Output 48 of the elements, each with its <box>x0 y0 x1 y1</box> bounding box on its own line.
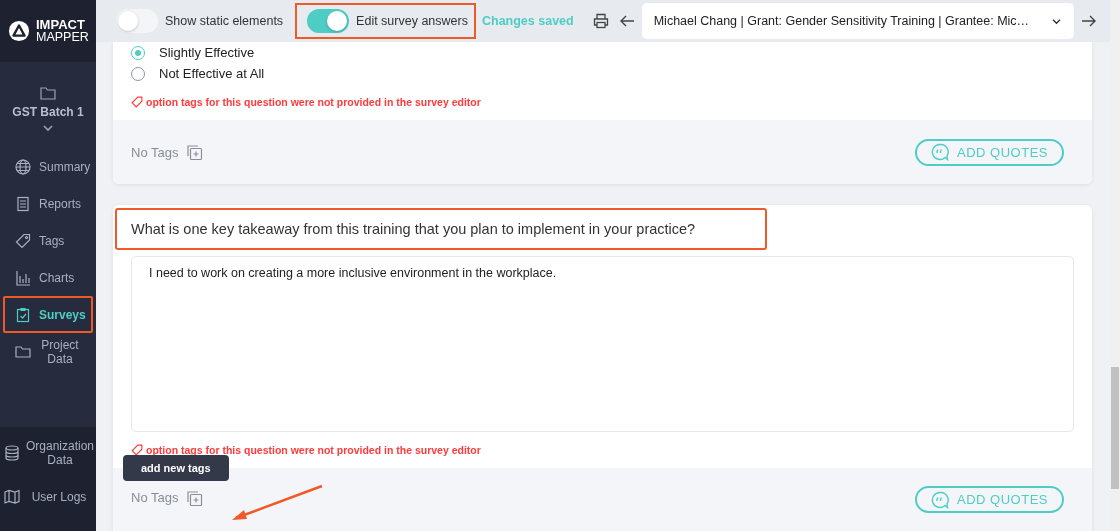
arrow-left-icon[interactable] <box>618 14 635 28</box>
toggle-label: Show static elements <box>165 14 284 28</box>
radio-option[interactable]: Slightly Effective <box>131 42 1074 63</box>
sidebar-item[interactable]: Charts <box>3 259 93 296</box>
print-icon[interactable] <box>592 13 609 29</box>
sidebar-item[interactable]: Summary <box>3 148 93 185</box>
document-icon <box>15 195 31 212</box>
folder-icon <box>15 343 31 360</box>
toggle-switch[interactable] <box>116 9 158 33</box>
quote-bubble-icon <box>931 490 950 509</box>
chevron-down-icon[interactable] <box>42 124 54 132</box>
tags-label: No Tags <box>131 144 179 160</box>
project-name[interactable]: GST Batch 1 <box>12 105 84 119</box>
sidebar-item[interactable]: User Logs <box>0 475 96 519</box>
tag-icon <box>15 232 31 249</box>
logo-text: MAPPER <box>36 31 89 44</box>
book-icon <box>4 489 20 505</box>
logo-icon <box>8 20 30 42</box>
clipboard-icon <box>15 306 31 323</box>
folder-icon <box>40 86 56 100</box>
quote-bubble-icon <box>931 143 950 161</box>
answer-field[interactable]: I need to work on creating a more inclusive environment in the workplace. <box>131 256 1074 432</box>
tags-label: No Tags <box>131 490 179 505</box>
add-tag-icon[interactable] <box>186 143 204 161</box>
sidebar-item[interactable]: Reports <box>3 185 93 222</box>
tooltip: add new tags <box>123 455 229 481</box>
save-status: Changes saved <box>481 14 574 28</box>
globe-icon <box>15 158 31 175</box>
tag-icon <box>131 444 143 456</box>
warning-text: option tags for this question were not provided in the survey editor <box>146 444 481 456</box>
sidebar-item[interactable]: Tags <box>3 222 93 259</box>
tag-icon <box>131 96 143 108</box>
chevron-down-icon <box>1051 17 1062 25</box>
sidebar-item[interactable]: Organization Data <box>0 431 96 475</box>
logo-text: IMPACT <box>36 18 85 32</box>
respondent-dropdown[interactable]: Michael Chang | Grant: Gender Sensitivity Training | Grantee: Mic… <box>641 3 1074 39</box>
sidebar-item[interactable]: Surveys <box>3 296 93 333</box>
sidebar-item[interactable]: Project Data <box>3 333 93 370</box>
toggle-label: Edit survey answers <box>356 14 468 28</box>
warning-text: option tags for this question were not provided in the survey editor <box>146 96 481 108</box>
arrow-right-icon[interactable] <box>1081 14 1097 28</box>
scrollbar[interactable] <box>1110 0 1120 531</box>
chart-icon <box>15 269 31 286</box>
radio-option[interactable]: Not Effective at All <box>131 63 1074 84</box>
add-tag-icon[interactable] <box>186 490 204 507</box>
database-icon <box>4 445 20 461</box>
question-text: What is one key takeaway from this training that you plan to implement in your practice? <box>115 208 767 250</box>
toggle-switch[interactable] <box>307 9 350 33</box>
